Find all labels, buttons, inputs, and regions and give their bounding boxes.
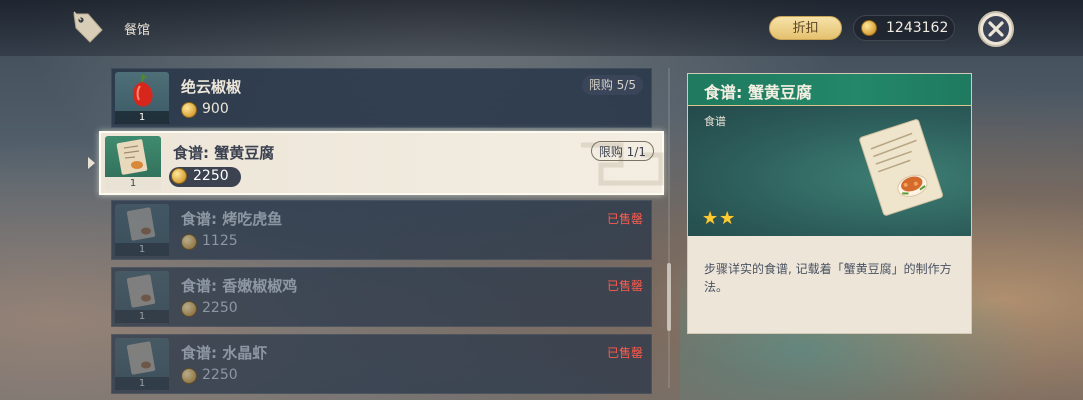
detail-title: 食谱: 蟹黄豆腐 <box>704 83 812 102</box>
item-name: 食谱: 烤吃虎鱼 <box>181 210 283 228</box>
purchase-limit-badge: 限购 1/1 <box>590 141 654 161</box>
item-thumbnail: 1 <box>115 204 169 256</box>
item-type-label: 食谱 <box>704 115 726 128</box>
shop-item-sold-out[interactable]: 1 食谱: 水晶虾 2250 已售罄 <box>111 334 652 394</box>
item-price-value: 900 <box>202 101 229 117</box>
item-price: 2250 <box>169 167 241 187</box>
close-icon <box>988 21 1004 37</box>
tag-icon <box>73 11 103 43</box>
close-button[interactable] <box>978 11 1014 47</box>
purchase-limit-badge: 限购 5/5 <box>581 75 643 95</box>
item-price-value: 2250 <box>193 168 229 184</box>
selection-arrow-icon <box>88 157 95 169</box>
item-detail-panel: 食谱: 蟹黄豆腐 食谱 ★★ 步骤详实的食谱, 记载着「蟹黄豆腐」的制作方法。 <box>687 73 972 334</box>
item-quantity: 1 <box>115 377 169 390</box>
sold-out-label: 已售罄 <box>606 212 643 226</box>
shop-item-sold-out[interactable]: 1 食谱: 烤吃虎鱼 1125 已售罄 <box>111 200 652 260</box>
shop-title: 餐馆 <box>124 23 151 38</box>
recipe-scroll-icon <box>126 341 156 375</box>
star-icon: ★ <box>719 208 736 229</box>
item-price-value: 2250 <box>202 367 238 383</box>
recipe-scroll-icon <box>116 139 148 175</box>
shop-item-sold-out[interactable]: 1 食谱: 香嫩椒椒鸡 2250 已售罄 <box>111 267 652 327</box>
mora-coin-icon <box>181 301 197 317</box>
item-price-value: 2250 <box>202 300 238 316</box>
recipe-scroll-icon <box>859 119 943 216</box>
detail-art-area: 食谱 ★★ <box>688 106 971 236</box>
item-thumbnail: 1 <box>105 136 161 190</box>
sold-out-label: 已售罄 <box>606 279 643 293</box>
item-quantity: 1 <box>105 177 161 190</box>
item-quantity: 1 <box>115 310 169 323</box>
rarity-stars: ★★ <box>702 208 736 229</box>
item-quantity: 1 <box>115 243 169 256</box>
recipe-scroll-icon <box>126 207 156 241</box>
item-thumbnail: 1 <box>115 338 169 390</box>
item-name: 食谱: 水晶虾 <box>181 344 268 362</box>
star-icon: ★ <box>702 208 719 229</box>
item-thumbnail: 1 <box>115 271 169 323</box>
discount-button[interactable]: 折扣 <box>769 16 842 40</box>
top-bar: 餐馆 折扣 1243162 <box>0 0 1083 56</box>
currency-amount: 1243162 <box>886 20 949 36</box>
mora-coin-icon <box>181 368 197 384</box>
detail-header: 食谱: 蟹黄豆腐 <box>688 74 971 106</box>
currency-display: 1243162 <box>853 15 955 41</box>
scroll-track[interactable] <box>668 68 670 388</box>
item-name: 食谱: 香嫩椒椒鸡 <box>181 277 298 295</box>
mora-coin-icon <box>861 20 877 36</box>
item-name: 绝云椒椒 <box>181 78 242 96</box>
mora-coin-icon <box>181 102 197 118</box>
shop-item-selected[interactable]: 1 食谱: 蟹黄豆腐 2250 限购 1/1 <box>99 131 664 195</box>
mora-coin-icon <box>181 234 197 250</box>
mora-coin-icon <box>171 168 187 184</box>
recipe-scroll-icon <box>126 274 156 308</box>
item-thumbnail: 1 <box>115 72 169 124</box>
chili-pepper-icon <box>133 73 153 107</box>
item-name: 食谱: 蟹黄豆腐 <box>173 144 275 162</box>
item-description: 步骤详实的食谱, 记载着「蟹黄豆腐」的制作方法。 <box>704 262 952 294</box>
close-button-face <box>983 16 1009 42</box>
shop-item[interactable]: 1 绝云椒椒 900 限购 5/5 <box>111 68 652 128</box>
scrollbar-thumb[interactable] <box>667 263 671 331</box>
item-price-value: 1125 <box>202 233 238 249</box>
item-quantity: 1 <box>115 111 169 124</box>
sold-out-label: 已售罄 <box>606 346 643 360</box>
